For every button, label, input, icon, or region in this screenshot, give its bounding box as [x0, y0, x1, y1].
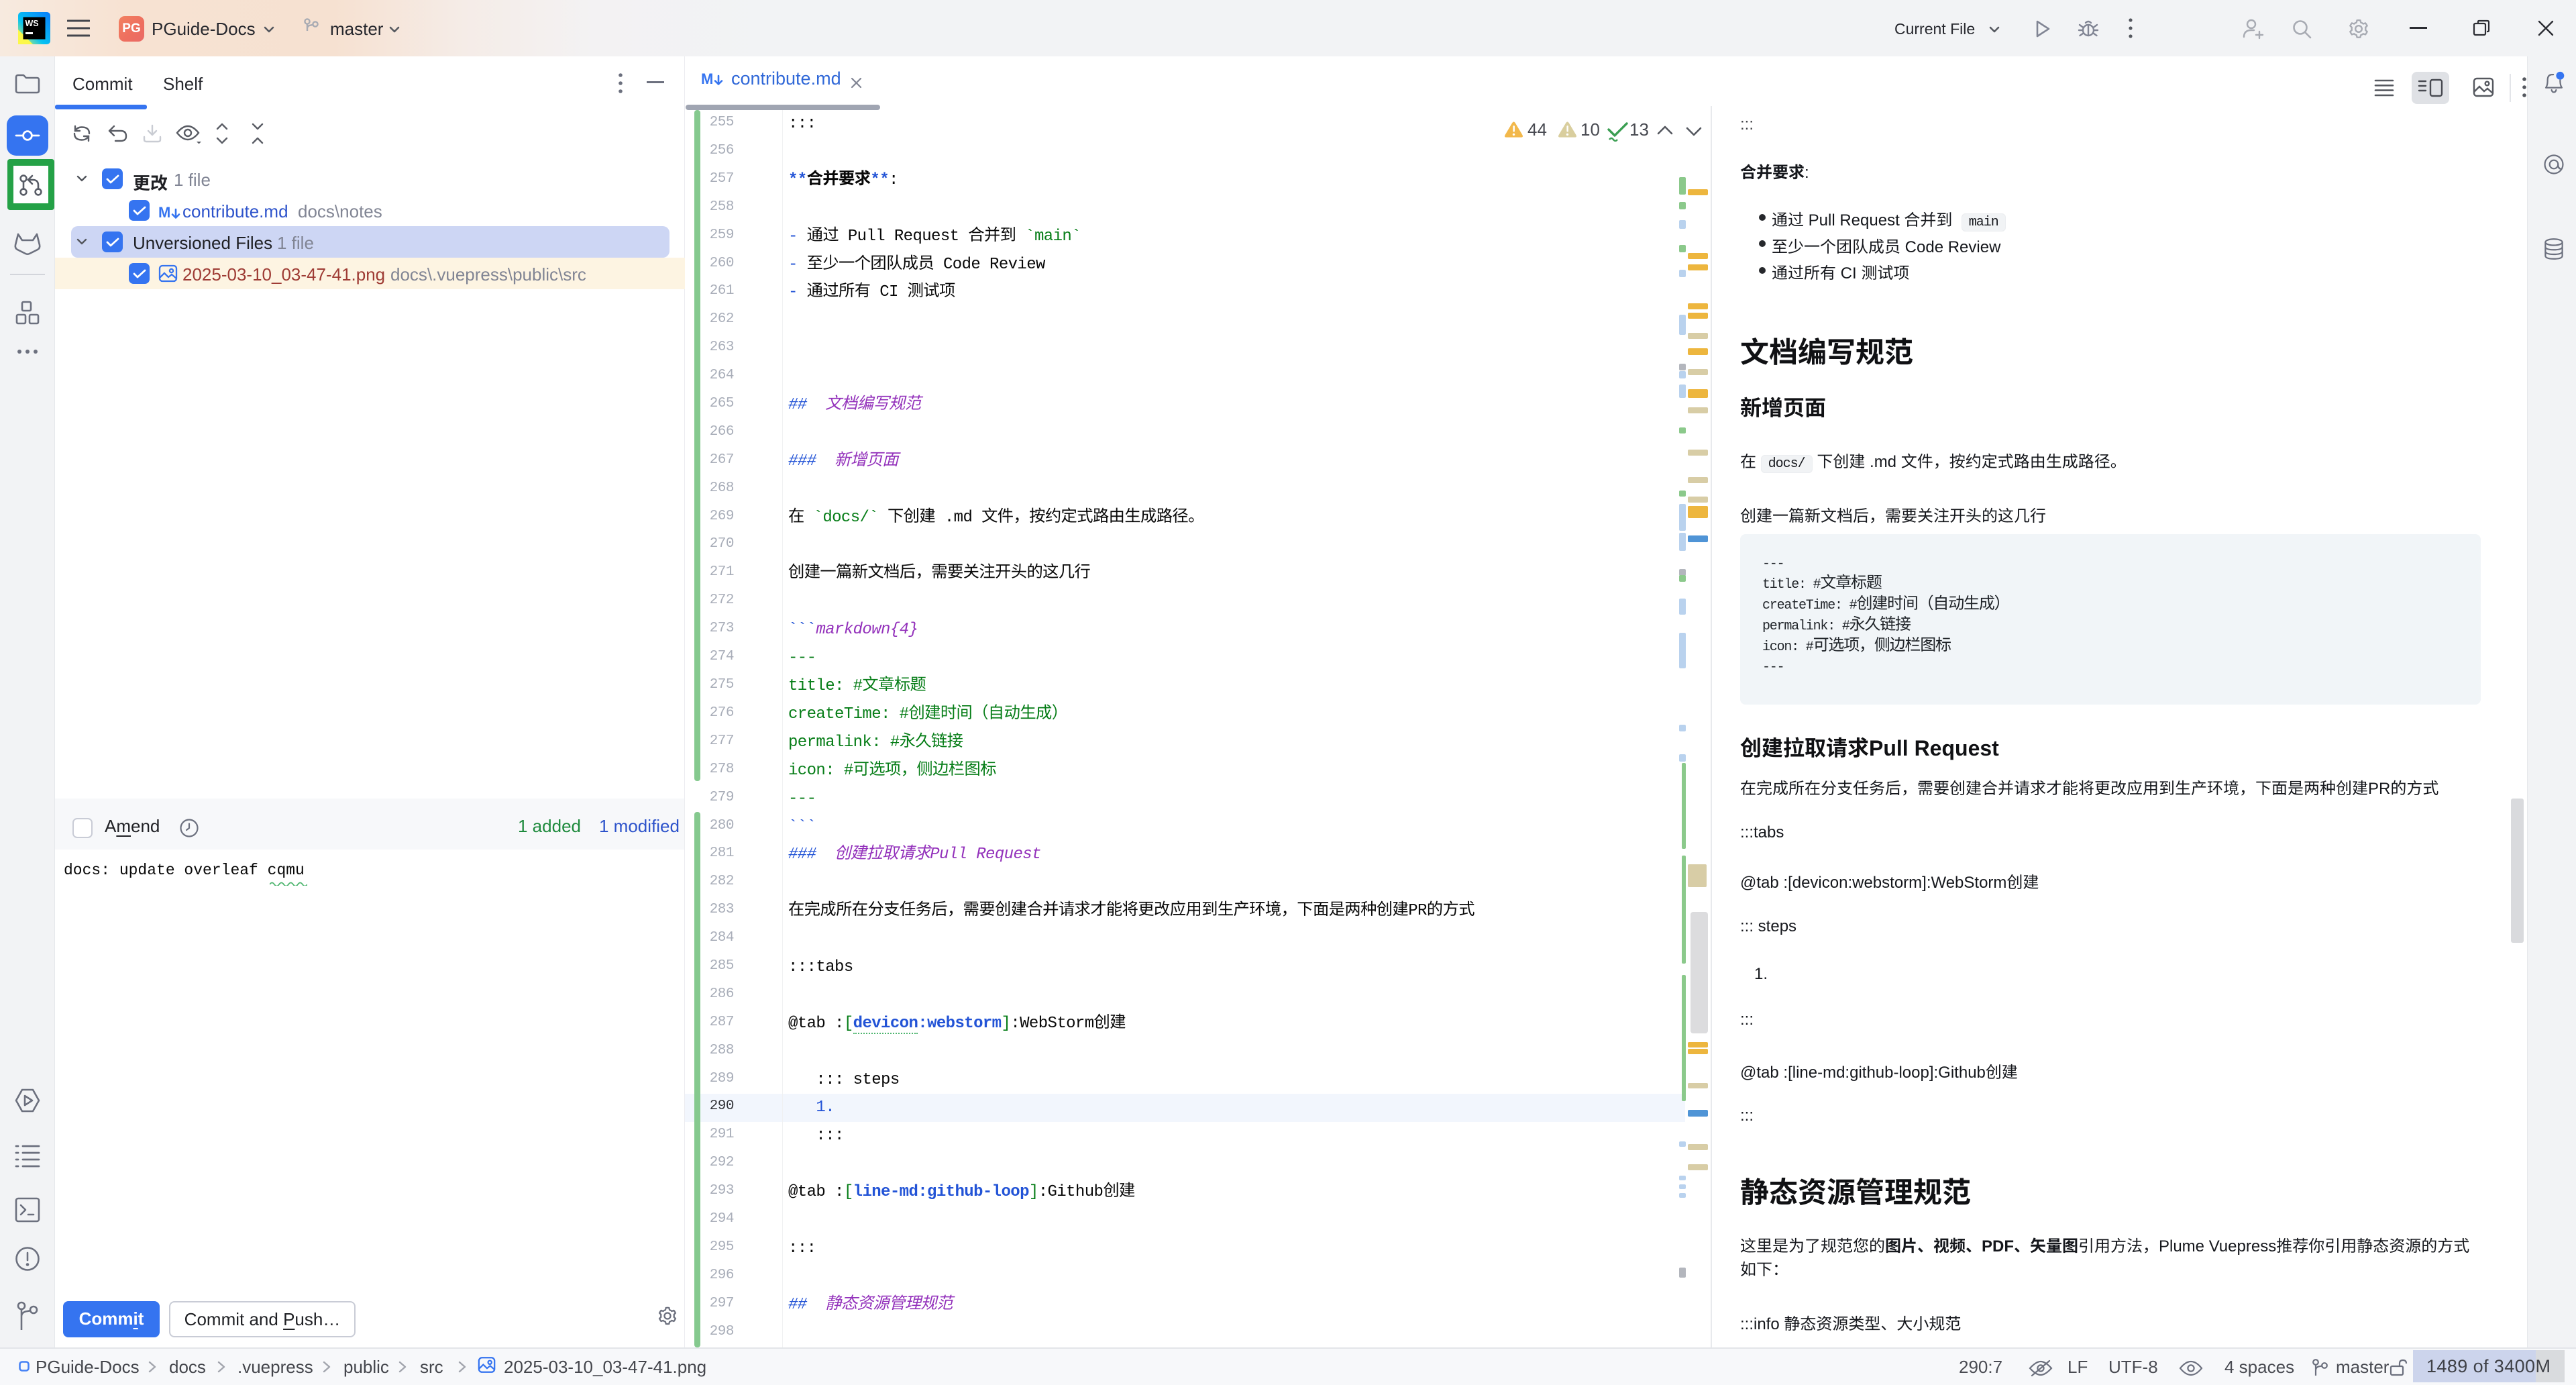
- svg-text:M: M: [701, 70, 713, 87]
- svg-text:M: M: [158, 204, 170, 221]
- svg-text:WS: WS: [25, 19, 39, 28]
